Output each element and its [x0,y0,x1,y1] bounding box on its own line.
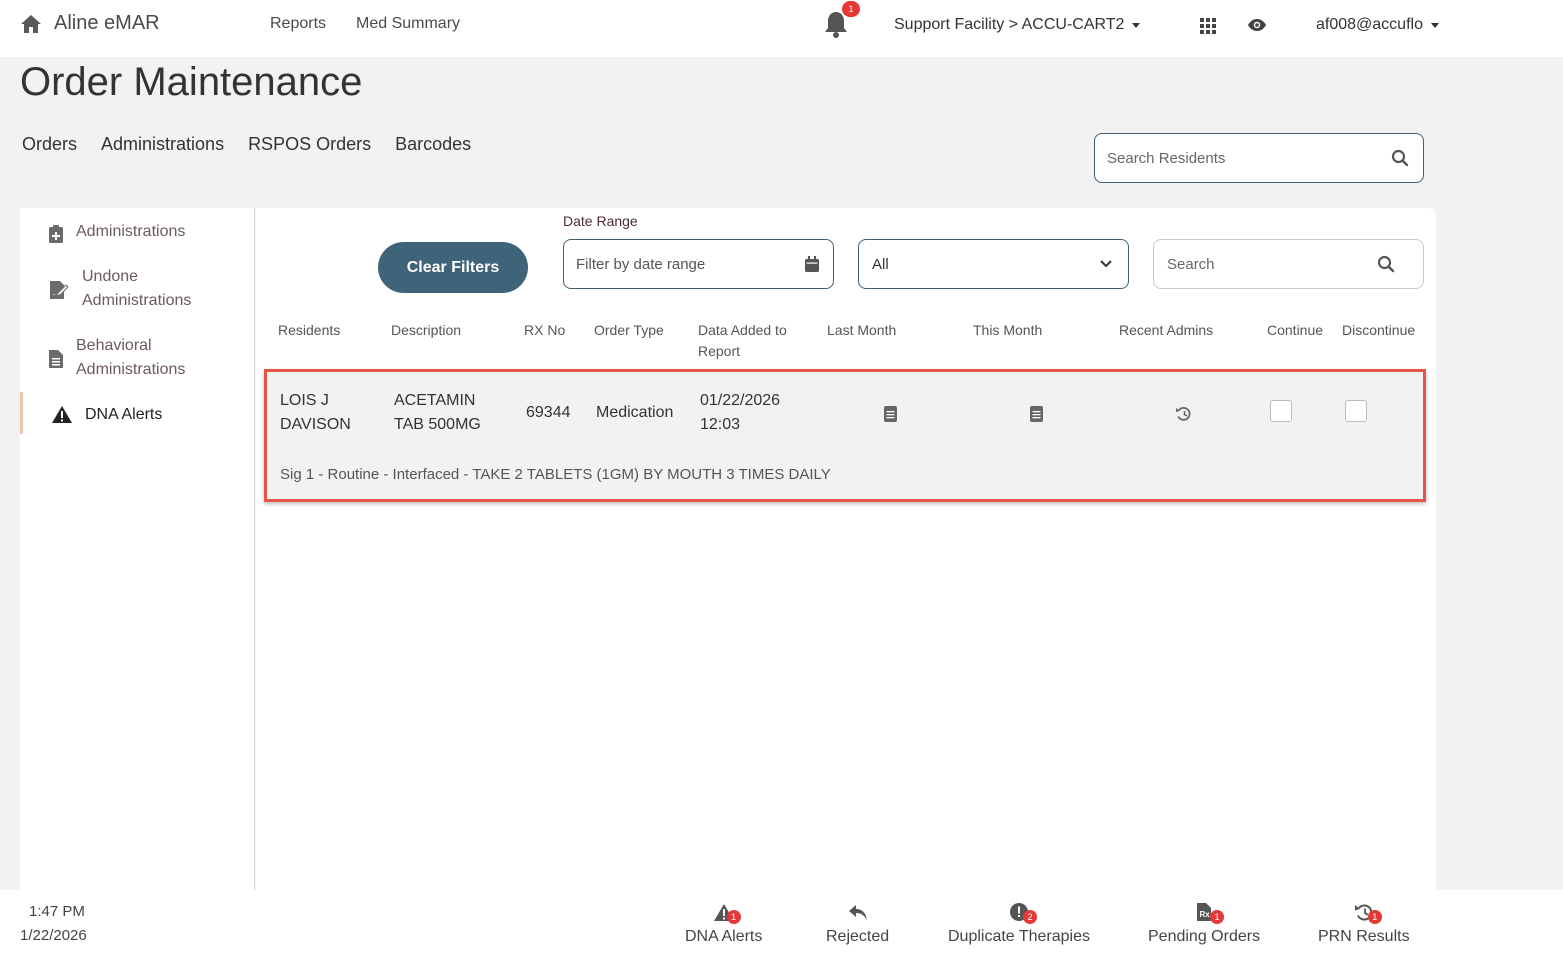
chevron-down-icon [1132,22,1141,28]
cell-description: ACETAMIN TAB 500MG [394,392,481,433]
signature-icon [48,280,70,313]
header-rx-no: RX No [524,322,566,338]
footer-label: Rejected [826,928,890,945]
nav-reports[interactable]: Reports [270,15,326,33]
select-value: All [872,255,889,273]
this-month-report-icon[interactable] [1030,406,1043,422]
facility-label: Support Facility > ACCU-CART2 [894,16,1125,33]
eye-icon[interactable] [1247,18,1267,32]
search-residents-input[interactable] [1107,149,1347,167]
footer-pending-orders[interactable]: Rx 1 Pending Orders [1148,900,1260,946]
header-last-month: Last Month [827,322,897,338]
warning-icon: 1 [713,900,741,924]
tab-orders[interactable]: Orders [22,134,77,155]
chevron-down-icon [1100,260,1112,268]
sidebar-item-undone-administrations[interactable]: Undone Administrations [48,265,212,313]
brand-name: Aline eMAR [54,12,160,34]
footer-rejected[interactable]: Rejected [826,900,889,946]
sidebar: Administrations Undone Administrations B… [20,208,255,890]
header-data-added: Data Added to Report [698,322,787,359]
search-icon[interactable] [1377,255,1395,273]
footer-duplicate-therapies[interactable]: 2 Duplicate Therapies [948,900,1090,946]
footer-dna-alerts[interactable]: 1 DNA Alerts [685,900,762,946]
rx-file-icon: Rx 1 [1196,900,1225,924]
search-icon[interactable] [1391,149,1409,167]
cell-order-type: Medication [596,404,674,421]
active-indicator [20,392,23,434]
tab-bar: Orders Administrations RSPOS Orders Barc… [22,134,471,155]
continue-checkbox[interactable] [1270,400,1292,422]
tab-administrations[interactable]: Administrations [101,134,224,155]
date-range-input[interactable] [576,255,805,273]
exclamation-icon: 2 [1009,900,1037,924]
header-order-type: Order Type [594,322,664,338]
footer-badge: 2 [1023,910,1037,924]
calendar-icon[interactable] [805,256,819,272]
table-row: LOIS J DAVISON ACETAMIN TAB 500MG 69344 … [264,369,1426,502]
reply-icon [847,900,869,924]
last-month-report-icon[interactable] [884,406,897,422]
sidebar-item-label: Administrations [76,223,186,240]
facility-dropdown[interactable]: Support Facility > ACCU-CART2 [894,16,1141,34]
footer-label: Pending Orders [1148,928,1261,945]
clock-time: 1:47 PM [29,903,85,920]
search-residents-field [1094,133,1424,183]
footer-bar: 1:47 PM 1/22/2026 1 DNA Alerts Rejected … [0,890,1563,954]
svg-text:Rx: Rx [1200,910,1211,919]
nav-med-summary[interactable]: Med Summary [356,15,460,33]
header-recent-admins: Recent Admins [1119,322,1214,338]
tab-rspos-orders[interactable]: RSPOS Orders [248,134,371,155]
clear-filters-button[interactable]: Clear Filters [378,242,528,293]
tab-barcodes[interactable]: Barcodes [395,134,471,155]
cell-resident: LOIS J DAVISON [280,392,351,433]
header-this-month: This Month [973,322,1043,338]
chevron-down-icon [1430,22,1439,28]
header-residents: Residents [278,322,341,338]
sidebar-item-behavioral-administrations[interactable]: Behavioral Administrations [48,334,206,382]
sidebar-item-dna-alerts[interactable]: DNA Alerts [51,403,162,427]
apps-grid-icon[interactable] [1200,18,1216,34]
table-search-input[interactable] [1167,255,1347,273]
sidebar-item-administrations[interactable]: Administrations [48,220,185,244]
history-icon: 1 [1354,900,1382,924]
cell-date-added: 01/22/2026 12:03 [700,392,781,433]
date-range-label: Date Range [563,213,638,229]
warning-icon [51,405,73,427]
footer-badge: 1 [1367,910,1382,924]
clock-date: 1/22/2026 [20,927,87,944]
order-type-select[interactable]: All [858,239,1129,289]
main-panel: Clear Filters Date Range All Residents D… [256,208,1436,890]
clipboard-plus-icon [48,224,64,244]
sidebar-item-label: Behavioral Administrations [76,337,186,378]
discontinue-checkbox[interactable] [1345,400,1367,422]
header-discontinue: Discontinue [1342,322,1416,338]
header-description: Description [391,322,462,338]
footer-prn-results[interactable]: 1 PRN Results [1318,900,1410,946]
cell-rx-no: 69344 [526,404,571,421]
footer-badge: 1 [726,910,741,924]
footer-label: Duplicate Therapies [948,928,1091,945]
footer-label: PRN Results [1318,928,1410,945]
sidebar-item-label: DNA Alerts [85,406,163,423]
date-range-field [563,239,834,289]
home-link[interactable]: Aline eMAR [20,12,160,35]
notification-badge: 1 [842,1,860,17]
user-label: af008@accuflo [1316,16,1423,33]
sig-text: Sig 1 - Routine - Interfaced - TAKE 2 TA… [280,466,831,483]
sidebar-item-label: Undone Administrations [82,268,192,309]
page-title: Order Maintenance [20,60,363,104]
table-search-field [1153,239,1424,289]
history-icon[interactable] [1175,406,1192,422]
footer-label: DNA Alerts [685,928,763,945]
footer-badge: 1 [1210,910,1225,924]
home-icon [20,14,42,34]
user-menu[interactable]: af008@accuflo [1316,16,1439,34]
document-icon [48,349,64,382]
top-bar: Aline eMAR Reports Med Summary 1 Support… [0,0,1563,57]
header-continue: Continue [1267,322,1324,338]
